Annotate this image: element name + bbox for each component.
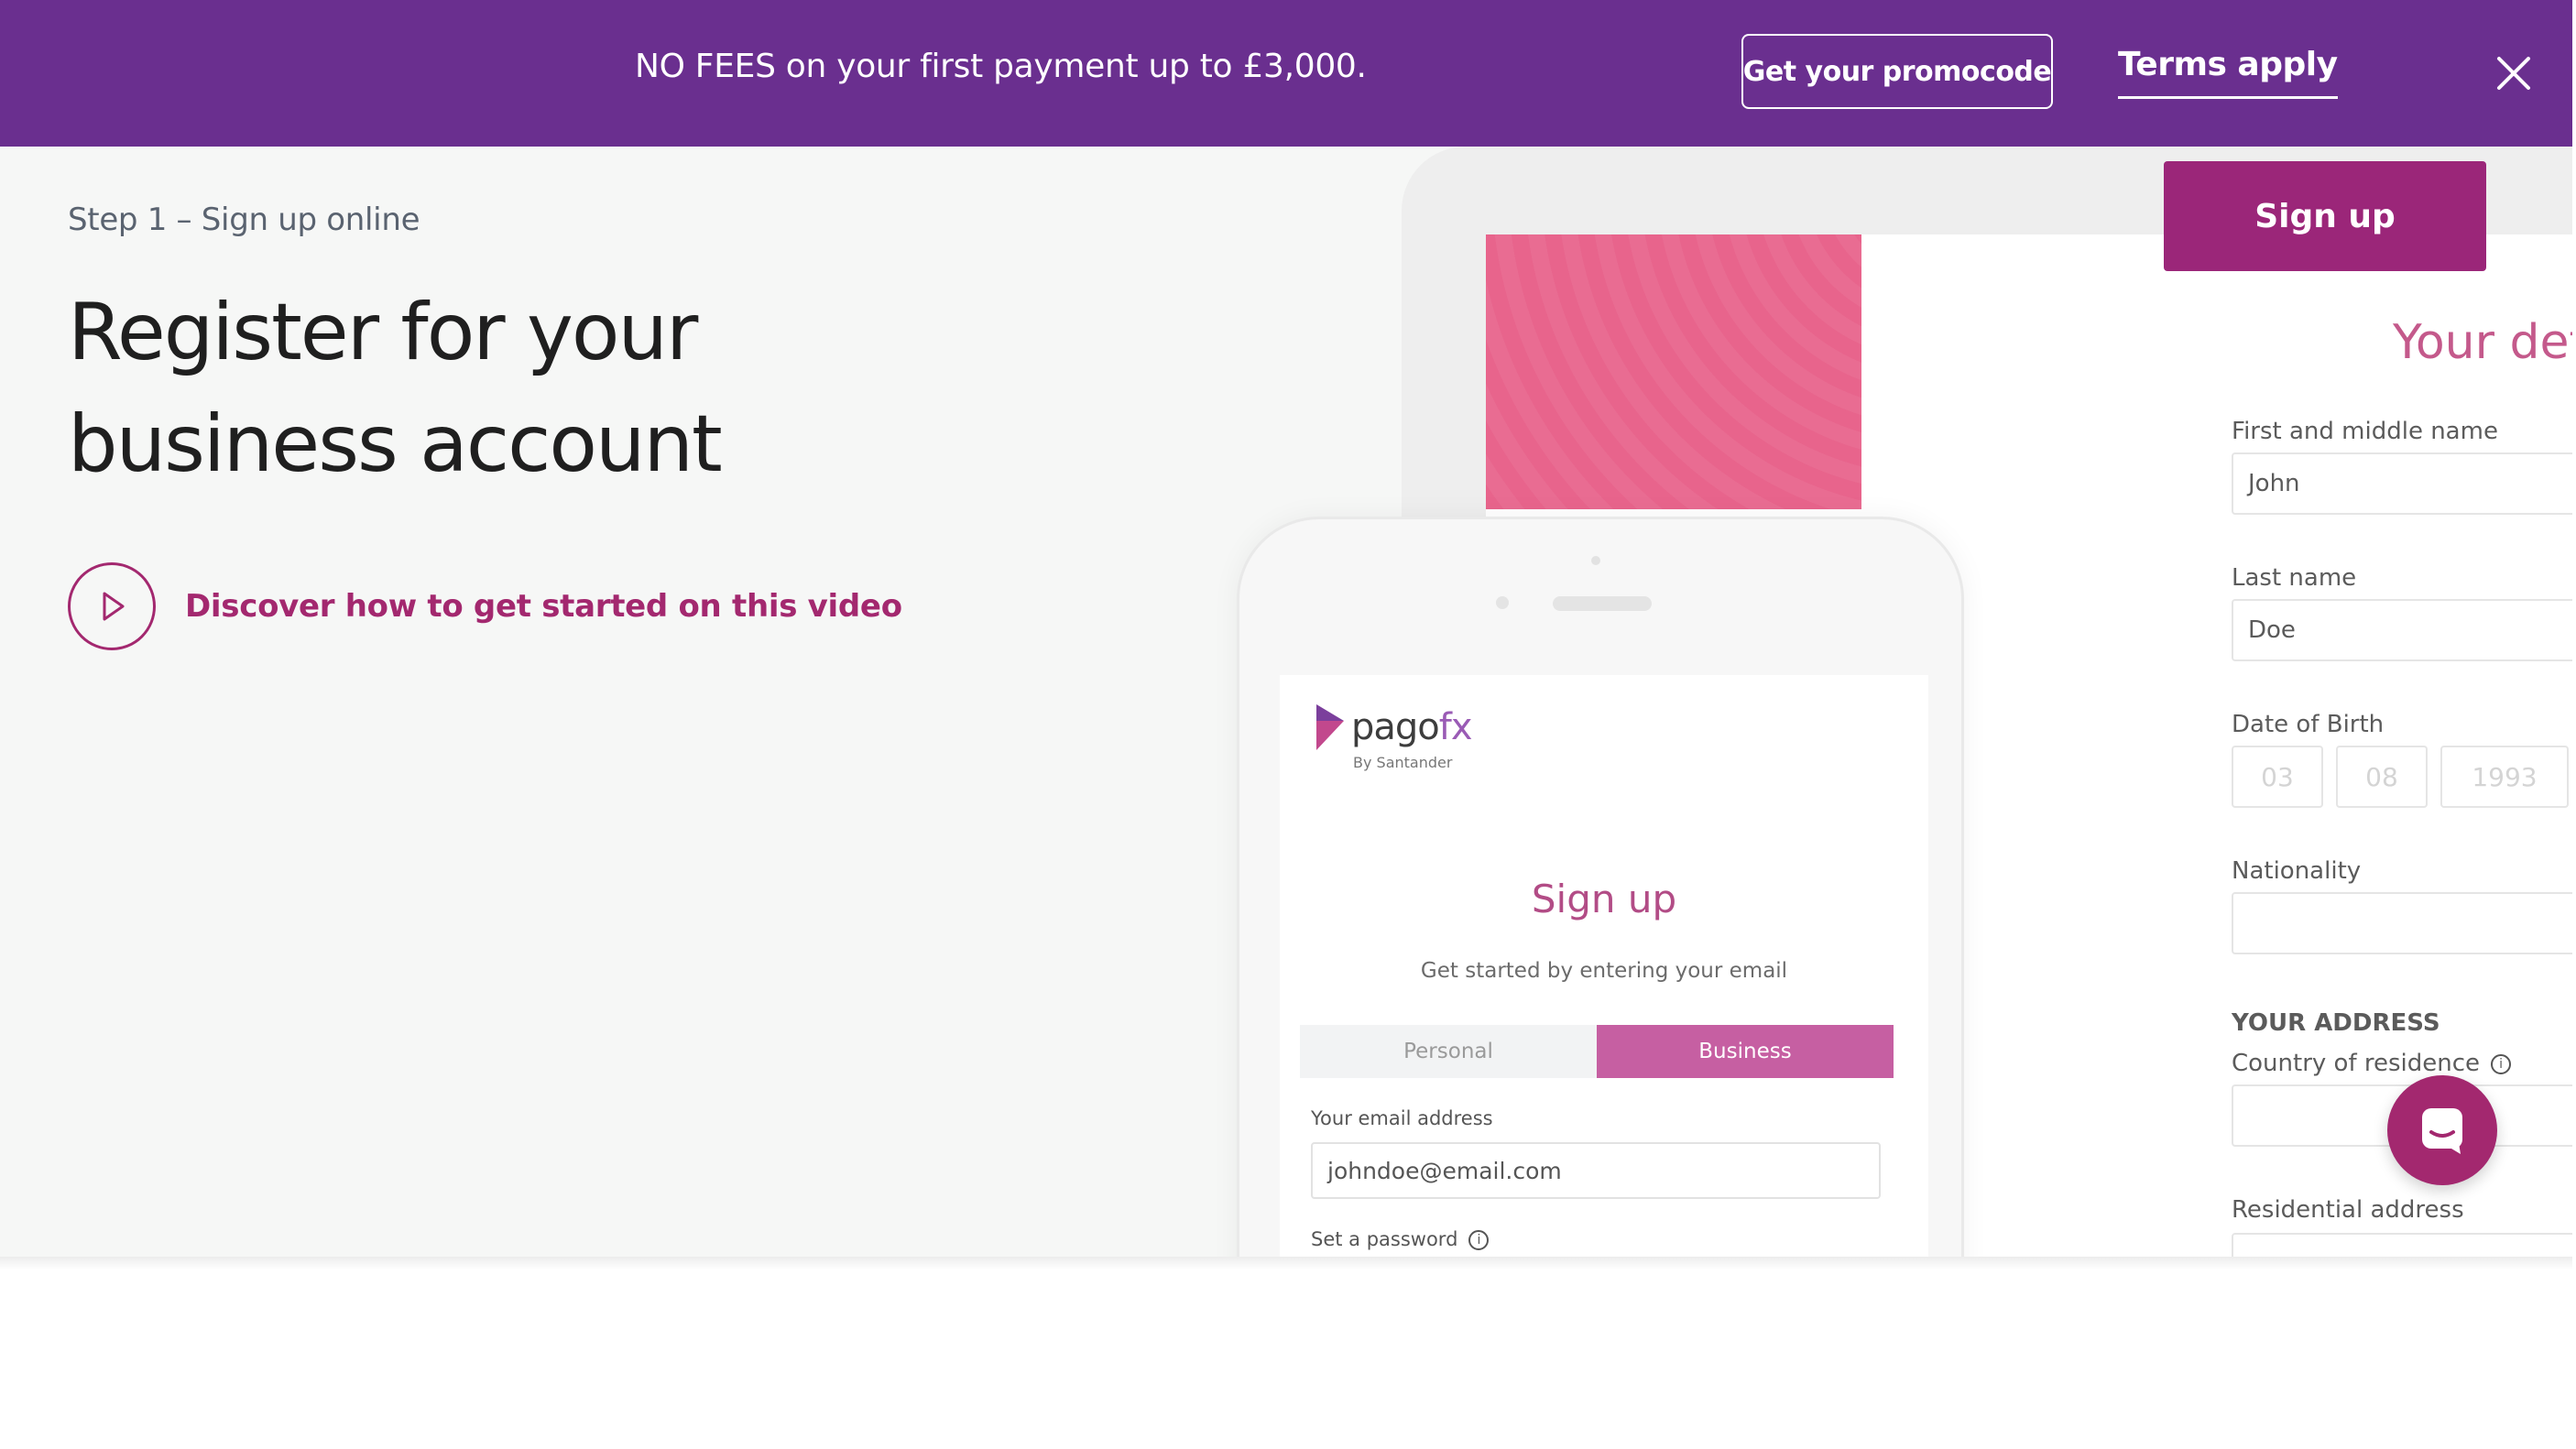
play-icon[interactable]: [68, 562, 156, 650]
phone-frame: pagofx By Santander Sign up Get started …: [1237, 517, 1964, 1257]
info-icon: i: [1468, 1230, 1490, 1250]
close-icon[interactable]: [2486, 46, 2541, 101]
section-divider: [0, 1257, 2572, 1269]
last-name-field: Doe: [2232, 599, 2572, 661]
phone-signup-subtitle: Get started by entering your email: [1420, 959, 1788, 983]
residential-field: [2232, 1233, 2572, 1257]
logo-word-pago: pago: [1351, 706, 1440, 748]
video-link-text[interactable]: Discover how to get started on this vide…: [185, 588, 902, 625]
country-label-text: Country of residence: [2232, 1050, 2481, 1077]
phone-screen: pagofx By Santander Sign up Get started …: [1280, 675, 1928, 1257]
form-title: Your det: [2393, 315, 2572, 370]
info-icon: i: [2491, 1053, 2512, 1074]
toggle-personal: Personal: [1300, 1025, 1597, 1078]
nationality-label: Nationality: [2232, 857, 2362, 885]
dob-month-field: 08: [2336, 746, 2428, 808]
dob-year-field: 1993: [2440, 746, 2569, 808]
tablet-form: Your det First and middle name John Last…: [2232, 147, 2572, 1257]
signup-illustration: Your det First and middle name John Last…: [1237, 147, 2572, 1257]
last-name-label: Last name: [2232, 564, 2357, 592]
email-label: Your email address: [1311, 1107, 1493, 1129]
country-label: Country of residence i: [2232, 1050, 2512, 1077]
toggle-business: Business: [1597, 1025, 1894, 1078]
phone-camera: [1496, 596, 1509, 609]
video-link[interactable]: Discover how to get started on this vide…: [68, 562, 902, 650]
promo-banner: NO FEES on your first payment up to £3,0…: [0, 0, 2572, 147]
pagofx-logo: pagofx By Santander: [1315, 703, 1516, 776]
logo-wordmark: pagofx: [1351, 706, 1473, 748]
pagofx-logo-icon: [1316, 704, 1344, 750]
logo-byline: By Santander: [1353, 754, 1453, 771]
dob-label: Date of Birth: [2232, 711, 2385, 738]
page: NO FEES on your first payment up to £3,0…: [0, 0, 2576, 1449]
first-name-label: First and middle name: [2232, 418, 2498, 445]
email-field: johndoe@email.com: [1311, 1142, 1881, 1199]
nationality-field: [2232, 892, 2572, 954]
terms-apply-link[interactable]: Terms apply: [2118, 46, 2338, 99]
address-section-title: YOUR ADDRESS: [2232, 1009, 2440, 1037]
step-label: Step 1 – Sign up online: [68, 202, 420, 238]
pink-card-image: [1486, 234, 1861, 509]
account-type-toggle: Personal Business: [1300, 1025, 1894, 1078]
chat-icon[interactable]: [2387, 1075, 2497, 1185]
signup-button[interactable]: Sign up: [2164, 161, 2486, 271]
phone-sensor: [1591, 556, 1600, 565]
phone-speaker: [1553, 596, 1652, 611]
residential-label: Residential address: [2232, 1196, 2464, 1224]
logo-word-fx: fx: [1438, 706, 1473, 748]
password-label-text: Set a password: [1311, 1228, 1458, 1250]
promo-text: NO FEES on your first payment up to £3,0…: [635, 48, 1367, 85]
phone-signup-title: Sign up: [1531, 877, 1677, 921]
first-name-field: John: [2232, 452, 2572, 515]
main-section: Step 1 – Sign up online Register for you…: [0, 147, 2572, 1257]
dob-day-field: 03: [2232, 746, 2323, 808]
get-promocode-button[interactable]: Get your promocode: [1741, 34, 2053, 109]
password-label: Set a password i: [1311, 1228, 1490, 1250]
page-title: Register for your business account: [68, 287, 723, 490]
